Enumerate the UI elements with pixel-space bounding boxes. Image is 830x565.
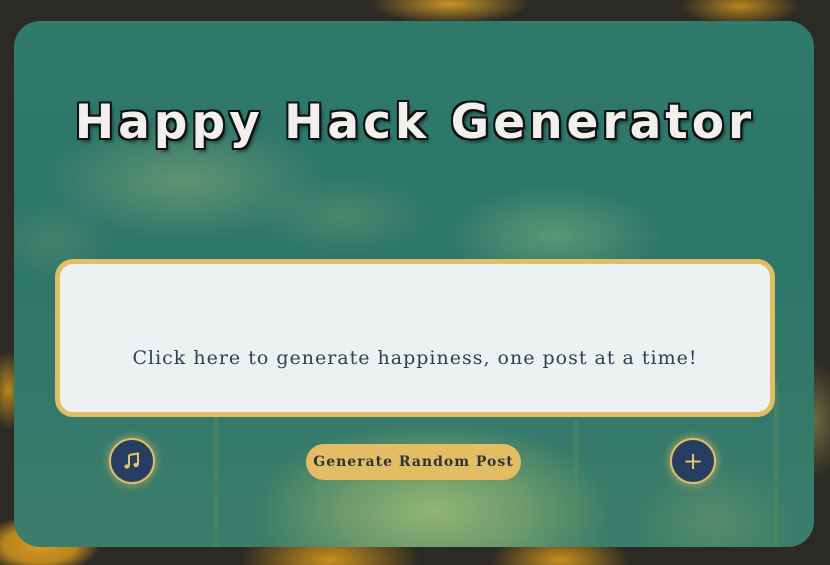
- music-button[interactable]: [109, 438, 155, 484]
- post-text: Click here to generate happiness, one po…: [132, 347, 698, 369]
- page: { "header": { "title": "Happy Hack Gener…: [0, 0, 830, 565]
- music-note-icon: [123, 452, 141, 470]
- add-post-button[interactable]: +: [670, 438, 716, 484]
- background-stem: [574, 421, 578, 547]
- page-title: Happy Hack Generator: [74, 95, 756, 150]
- post-card[interactable]: Click here to generate happiness, one po…: [55, 259, 775, 417]
- background-stem: [214, 401, 218, 547]
- plus-icon: +: [682, 447, 704, 475]
- background-stem: [774, 381, 778, 547]
- generate-random-post-button[interactable]: Generate Random Post: [306, 444, 521, 480]
